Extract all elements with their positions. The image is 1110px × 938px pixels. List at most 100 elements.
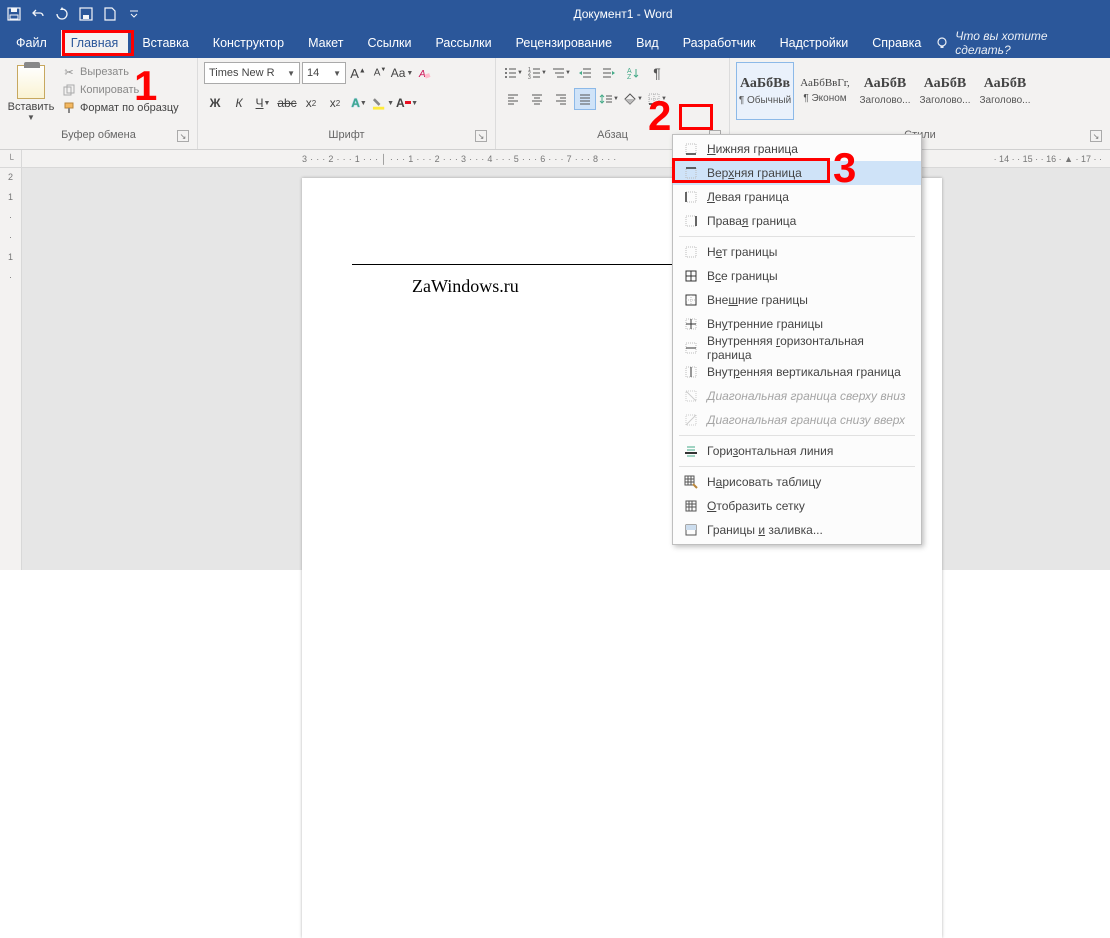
borders-dialog-icon [683, 522, 699, 538]
title-bar: Документ1 - Word [0, 0, 1110, 28]
subscript-button[interactable]: x2 [300, 92, 322, 114]
menu-separator [679, 466, 915, 467]
bulb-icon [935, 36, 949, 50]
paste-label: Вставить [8, 101, 55, 113]
border-top-icon [683, 165, 699, 181]
align-left-button[interactable] [502, 88, 524, 110]
menu-item-draw-table[interactable]: Нарисовать таблицу [673, 470, 921, 494]
menu-separator [679, 435, 915, 436]
quick-print-icon[interactable] [78, 6, 94, 22]
dialog-launcher-icon[interactable]: ↘ [1090, 130, 1102, 142]
numbered-list-button[interactable]: 123▼ [526, 62, 548, 84]
tab-view[interactable]: Вид [626, 30, 669, 56]
chevron-down-icon: ▼ [565, 70, 571, 76]
border-bottom-icon [683, 141, 699, 157]
multilevel-list-button[interactable]: ▼ [550, 62, 572, 84]
menu-item-show-grid[interactable]: Отобразить сетку [673, 494, 921, 518]
document-text[interactable]: ZaWindows.ru [412, 276, 519, 297]
tab-addins[interactable]: Надстройки [770, 30, 859, 56]
ruler-scale-right: · 14 · · 15 · · 16 · ▲ · 17 · · [930, 150, 1110, 167]
dialog-launcher-icon[interactable]: ↘ [177, 130, 189, 142]
menu-item-right-border[interactable]: Правая граница [673, 209, 921, 233]
horizontal-ruler[interactable]: └ 3 · · · 2 · · · 1 · · · │ · · · 1 · · … [0, 150, 1110, 168]
menu-item-no-border[interactable]: Нет границы [673, 240, 921, 264]
border-inner-v-icon [683, 364, 699, 380]
style-item-normal[interactable]: АаБбВв ¶ Обычный [736, 62, 794, 120]
tab-layout[interactable]: Макет [298, 30, 353, 56]
italic-button[interactable]: К [228, 92, 250, 114]
menu-item-bottom-border[interactable]: Нижняя граница [673, 137, 921, 161]
chevron-down-icon: ▼ [613, 96, 619, 102]
tell-me[interactable]: Что вы хотите сделать? [935, 29, 1104, 57]
tab-design[interactable]: Конструктор [203, 30, 294, 56]
sort-button[interactable]: AZ [622, 62, 644, 84]
tab-insert[interactable]: Вставка [132, 30, 198, 56]
borders-menu: Нижняя граница Верхняя граница Левая гра… [672, 134, 922, 545]
menu-item-left-border[interactable]: Левая граница [673, 185, 921, 209]
border-inner-icon [683, 316, 699, 332]
align-center-button[interactable] [526, 88, 548, 110]
style-item-heading1[interactable]: АаБбВ Заголово... [856, 62, 914, 120]
menu-item-top-border[interactable]: Верхняя граница [673, 161, 921, 185]
clear-formatting-button[interactable]: A [414, 62, 434, 84]
tab-review[interactable]: Рецензирование [506, 30, 623, 56]
highlight-button[interactable]: ▼ [372, 92, 394, 114]
save-icon[interactable] [6, 6, 22, 22]
style-item-heading2[interactable]: АаБбВ Заголово... [916, 62, 974, 120]
shrink-font-button[interactable]: A▼ [370, 62, 390, 84]
change-case-button[interactable]: Aa▼ [392, 62, 412, 84]
menu-item-inner-borders[interactable]: Внутренние границы [673, 312, 921, 336]
menu-item-borders-dialog[interactable]: Границы и заливка... [673, 518, 921, 542]
chevron-down-icon[interactable]: ▼ [27, 113, 35, 122]
paste-button[interactable]: Вставить ▼ [6, 62, 56, 122]
bullet-list-button[interactable]: ▼ [502, 62, 524, 84]
chevron-down-icon: ▼ [637, 96, 643, 102]
increase-indent-button[interactable] [598, 62, 620, 84]
vertical-ruler[interactable]: 2 1 · · 1 · [0, 168, 22, 570]
menu-item-all-borders[interactable]: Все границы [673, 264, 921, 288]
document-area: 2 1 · · 1 · ZaWindows.ru [0, 168, 1110, 570]
menu-separator [679, 236, 915, 237]
borders-button[interactable]: ▼ [646, 88, 668, 110]
align-justify-button[interactable] [574, 88, 596, 110]
menu-item-inner-v-border[interactable]: Внутренняя вертикальная граница [673, 360, 921, 384]
menu-item-inner-h-border[interactable]: Внутренняя горизонтальная граница [673, 336, 921, 360]
tab-references[interactable]: Ссылки [357, 30, 421, 56]
line-spacing-button[interactable]: ▼ [598, 88, 620, 110]
menu-item-outer-borders[interactable]: Внешние границы [673, 288, 921, 312]
show-marks-button[interactable]: ¶ [646, 62, 668, 84]
superscript-button[interactable]: x2 [324, 92, 346, 114]
cut-button[interactable]: ✂ Вырезать [62, 65, 179, 79]
chevron-down-icon: ▼ [406, 70, 413, 77]
align-right-button[interactable] [550, 88, 572, 110]
new-file-icon[interactable] [102, 6, 118, 22]
cut-label: Вырезать [80, 66, 129, 78]
font-name-combo[interactable]: Times New R▼ [204, 62, 300, 84]
text-effects-button[interactable]: A▼ [348, 92, 370, 114]
tab-developer[interactable]: Разработчик [673, 30, 766, 56]
qat-customize-icon[interactable] [126, 6, 142, 22]
tab-home[interactable]: Главная [61, 30, 129, 56]
underline-button[interactable]: Ч▼ [252, 92, 274, 114]
undo-icon[interactable] [30, 6, 46, 22]
shading-button[interactable]: ▼ [622, 88, 644, 110]
chevron-down-icon: ▼ [333, 69, 341, 78]
redo-icon[interactable] [54, 6, 70, 22]
border-right-icon [683, 213, 699, 229]
bold-button[interactable]: Ж [204, 92, 226, 114]
font-size-combo[interactable]: 14▼ [302, 62, 346, 84]
strikethrough-button[interactable]: abc [276, 92, 298, 114]
tab-help[interactable]: Справка [862, 30, 931, 56]
svg-text:3: 3 [528, 75, 531, 80]
dialog-launcher-icon[interactable]: ↘ [475, 130, 487, 142]
style-item-econom[interactable]: АаБбВвГг, ¶ Эконом [796, 62, 854, 120]
grow-font-button[interactable]: A▲ [348, 62, 368, 84]
font-color-button[interactable]: A▼ [396, 92, 418, 114]
tab-file[interactable]: Файл [6, 30, 57, 56]
tab-mailings[interactable]: Рассылки [425, 30, 501, 56]
menu-item-horizontal-line[interactable]: Горизонтальная линия [673, 439, 921, 463]
copy-button[interactable]: Копировать [62, 83, 179, 97]
decrease-indent-button[interactable] [574, 62, 596, 84]
format-painter-button[interactable]: Формат по образцу [62, 101, 179, 115]
style-item-heading3[interactable]: АаБбВ Заголово... [976, 62, 1034, 120]
